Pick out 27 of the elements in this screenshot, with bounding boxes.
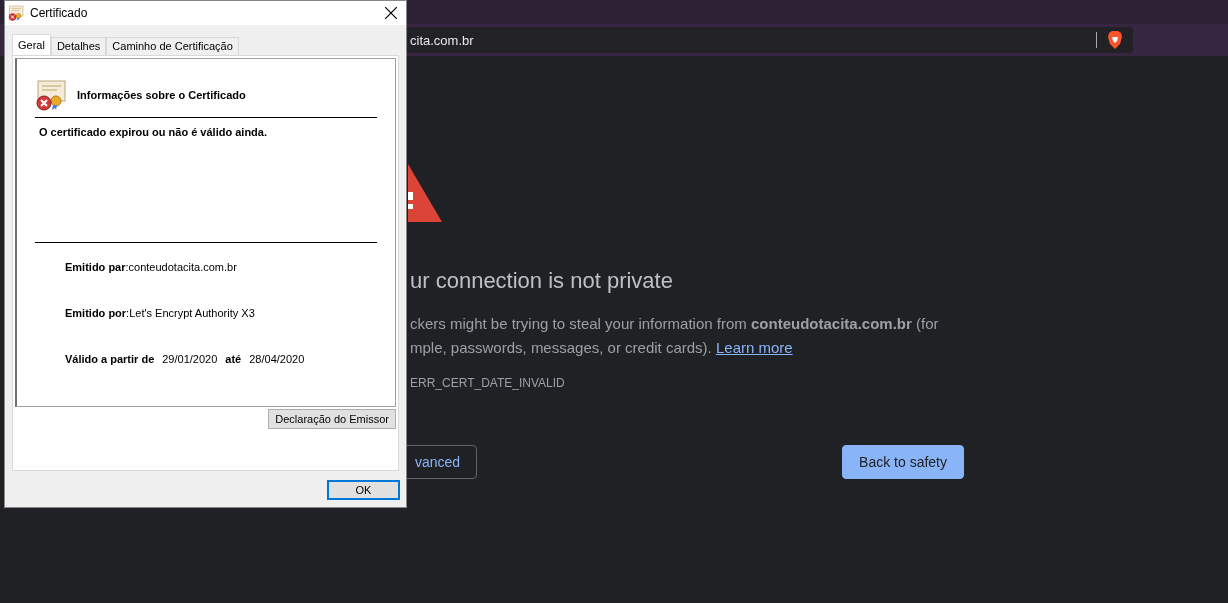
info-title: Informações sobre o Certificado [77,89,246,101]
certificate-error-icon [35,79,67,111]
dialog-tab[interactable]: Caminho de Certificação [106,37,239,55]
learn-more-link[interactable]: Learn more [715,339,793,356]
field-label: até [225,353,242,365]
field-value: 28/04/2020 [249,353,305,365]
issuer-statement-button[interactable]: Declaração do Emissor [268,409,396,429]
dialog-tab[interactable]: Geral [12,34,51,55]
address-text: cita.com.br [410,32,475,48]
warning-icon [408,164,442,222]
field-label: Emitido par [65,261,126,273]
field-label: Emitido por [65,307,127,319]
field-value: :Let's Encrypt Authority X3 [126,307,255,319]
certificate-icon [8,5,24,21]
error-code: ERR_CERT_DATE_INVALID [410,376,566,390]
lion-shield-icon[interactable] [1107,31,1123,49]
field-label: Válido a partir de [65,353,155,365]
close-icon[interactable] [385,7,397,19]
error-heading: ur connection is not private [410,268,674,294]
back-to-safety-button[interactable]: Back to safety [842,445,964,479]
warning-message: ckers might be trying to steal your information from conteudotacita.com.br (for mple, passwords, messages, or credit cards). Learn more [410,314,940,358]
dialog-title: Certificado [30,6,89,20]
field-value: :conteudotacita.com.br [125,261,237,273]
certificate-status: O certificado expirou ou não é válido ainda. [39,126,268,138]
ok-button[interactable]: OK [327,480,400,500]
dialog-tab[interactable]: Detalhes [50,37,107,55]
field-value: 29/01/2020 [162,353,218,365]
